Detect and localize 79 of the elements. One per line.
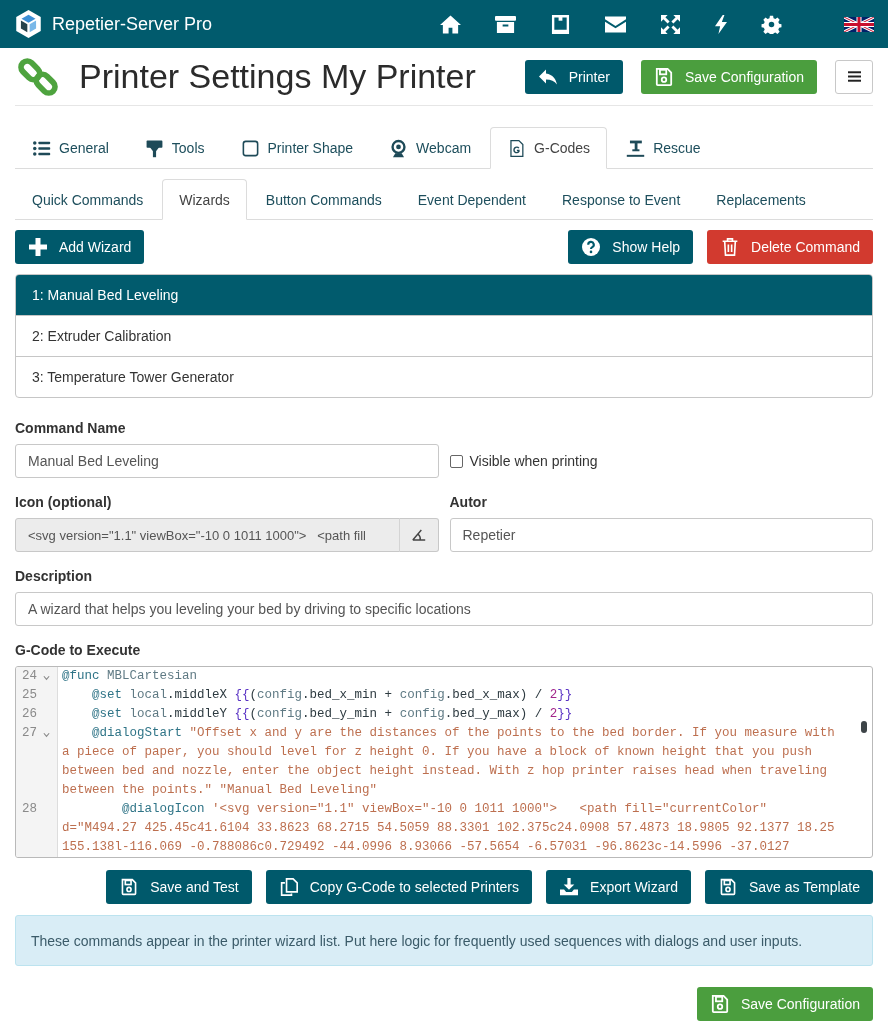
code-line: @dialogStart "Offset x and y are the distances of the points to the bed border. If you measure with a piece of paper, you should level for z height 0. If you have a block of known height that you push between bed and nozzle, enter the object height instead. With z hop printer raises head when traveling between the points." "Manual Bed Leveling"	[61, 725, 836, 799]
page-title: Printer Settings My Printer	[79, 57, 476, 96]
line-number: 27	[22, 725, 37, 742]
line-number: 26	[22, 706, 37, 723]
icon-picker-button[interactable]	[398, 518, 439, 552]
reply-arrow-icon	[538, 67, 557, 86]
field-label: Icon (optional)	[15, 494, 113, 510]
description-field[interactable]: A wizard that helps you leveling your bed by driving to specific locations	[15, 592, 873, 626]
fold-chevron-icon[interactable]	[43, 732, 50, 738]
trash-icon	[721, 238, 740, 256]
settings-tab[interactable]: G-Codes	[490, 127, 608, 169]
line-number: 28	[22, 801, 37, 818]
cube-logo-icon	[16, 10, 41, 38]
wizard-list-item[interactable]: 2: Extruder Calibration	[16, 315, 872, 356]
info-message: These commands appear in the printer wizard list. Put here logic for frequently used sequences with dialogs and user inputs.	[31, 932, 803, 949]
home-icon[interactable]	[440, 14, 461, 34]
field-label: Description	[15, 568, 93, 584]
show-help-button[interactable]: Show Help	[568, 230, 694, 264]
save-icon	[120, 878, 139, 896]
angle-icon	[411, 529, 426, 541]
printer-back-button[interactable]: Printer	[524, 59, 623, 94]
field-label: Command Name	[15, 420, 127, 436]
checkbox-label: Visible when printing	[469, 453, 598, 469]
wizard-list-item[interactable]: 1: Manual Bed Leveling	[16, 275, 872, 315]
gcode-category-tab[interactable]: Wizards	[162, 179, 247, 220]
save-icon	[654, 67, 673, 86]
expand-arrows-icon[interactable]	[660, 14, 681, 34]
menu-icon	[847, 71, 861, 82]
fold-chevron-icon[interactable]	[43, 675, 50, 681]
gcode-category-tab[interactable]: Replacements	[699, 179, 823, 220]
plus-icon	[29, 238, 47, 256]
menu-button[interactable]	[835, 59, 873, 94]
settings-tab[interactable]: Printer Shape	[223, 127, 371, 169]
action-button[interactable]: Copy G-Code to selected Printers	[265, 870, 533, 904]
archive-box-icon[interactable]	[495, 14, 516, 34]
line-number: 25	[22, 687, 37, 704]
command-name-field[interactable]: Manual Bed Leveling	[15, 444, 439, 478]
save-icon	[718, 878, 737, 896]
settings-tab[interactable]: Tools	[127, 127, 222, 169]
gcode-category-tab[interactable]: Response to Event	[545, 179, 698, 220]
action-button[interactable]: Export Wizard	[546, 870, 691, 904]
scrollbar-thumb[interactable]	[861, 721, 867, 733]
settings-tab[interactable]: General	[15, 127, 126, 169]
app-name: Repetier-Server Pro	[52, 13, 213, 35]
envelope-icon[interactable]	[605, 14, 626, 34]
webcam-icon	[389, 138, 409, 158]
code-line: @set local.middleX {{(config.bed_x_min + config.bed_x_max) / 2}}	[91, 687, 573, 704]
code-editor[interactable]	[15, 666, 873, 858]
square-frame-icon[interactable]	[550, 14, 571, 34]
wizard-list-item[interactable]: 3: Temperature Tower Generator	[16, 356, 872, 397]
square-icon	[240, 138, 260, 158]
code-line: @dialogIcon '<svg version="1.1" viewBox="-10 0 1011 1000"> <path fill="currentColor" d="M494.27 425.45c41.6104 33.8623 68.2715 54.5059 88.3301 102.375c24.0908 57.4873 18.9805 92.1377 18.25 155.138l-116.069 -0.788086c0.729492 -44.0996 8.93066 -57.5654 -6.57031 -96.8623c-14.5996 -37.0127	[61, 801, 836, 856]
settings-tab[interactable]: Webcam	[372, 127, 489, 169]
nozzle-icon	[144, 138, 164, 158]
action-button[interactable]: Save and Test	[106, 870, 252, 904]
uk-flag-icon[interactable]	[844, 16, 874, 32]
gcode-category-tab[interactable]: Event Dependent	[400, 179, 543, 220]
gcode-category-tab[interactable]: Button Commands	[248, 179, 399, 220]
download-icon	[560, 878, 579, 896]
delete-command-button[interactable]: Delete Command	[707, 230, 873, 264]
line-number: 24	[22, 668, 37, 685]
checkbox[interactable]	[449, 454, 463, 468]
copy-icon	[279, 878, 298, 896]
field-label: Autor	[449, 494, 488, 510]
gcode-category-tab[interactable]: Quick Commands	[15, 179, 161, 220]
settings-icon[interactable]	[761, 14, 782, 34]
lightning-bolt-icon[interactable]	[715, 14, 727, 34]
settings-tab[interactable]: Rescue	[609, 127, 718, 169]
icon-svg-field[interactable]: <svg version="1.1" viewBox="-10 0 1011 1000"> <path fill	[15, 518, 400, 552]
code-line: @set local.middleY {{(config.bed_y_min + config.bed_y_max) / 2}}	[91, 706, 573, 723]
add-wizard-button[interactable]: Add Wizard	[15, 230, 145, 264]
list-icon	[32, 138, 51, 158]
save-icon	[710, 995, 729, 1013]
author-field[interactable]: Repetier	[449, 518, 873, 552]
help-icon	[582, 238, 601, 256]
field-label: G-Code to Execute	[15, 642, 142, 658]
code-line: @func MBLCartesian	[61, 668, 198, 685]
t-bar-tool-icon	[626, 138, 646, 158]
action-button[interactable]: Save as Template	[704, 870, 873, 904]
